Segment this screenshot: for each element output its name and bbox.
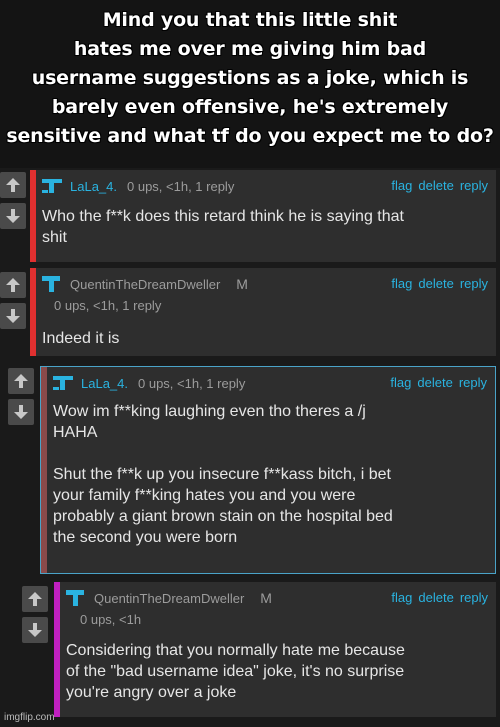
- comment-card: QuentinTheDreamDweller M 0 ups, <1h, 1 r…: [30, 268, 496, 356]
- comment-meta: 0 ups, <1h: [80, 612, 142, 627]
- comment-header: LaLa_4. 0 ups, <1h, 1 reply: [51, 373, 245, 393]
- delete-link[interactable]: delete: [418, 590, 453, 605]
- avatar-icon: [53, 376, 73, 390]
- thread-bar: [41, 367, 47, 573]
- username-link[interactable]: QuentinTheDreamDweller: [70, 277, 220, 292]
- thread-bar: [54, 582, 60, 717]
- mod-badge: M: [236, 276, 248, 292]
- comment-actions: flag delete reply: [391, 590, 488, 605]
- reply-link[interactable]: reply: [460, 178, 488, 193]
- arrow-down-icon: [28, 623, 42, 637]
- vote-buttons: [8, 368, 34, 425]
- caption-line: barely even offensive, he's extremely: [51, 96, 449, 118]
- avatar-icon: [42, 179, 62, 193]
- arrow-up-icon: [14, 374, 28, 388]
- delete-link[interactable]: delete: [418, 276, 453, 291]
- watermark: imgflip.com: [4, 712, 55, 723]
- meme-caption: Mind you that this little shit hates me …: [0, 0, 500, 168]
- username-link[interactable]: LaLa_4.: [70, 179, 117, 194]
- comment-card: QuentinTheDreamDweller M 0 ups, <1h flag…: [54, 582, 496, 717]
- caption-line: sensitive and what tf do you expect me t…: [6, 125, 494, 147]
- flag-link[interactable]: flag: [391, 276, 412, 291]
- caption-line: hates me over me giving him bad: [73, 38, 427, 60]
- username-link[interactable]: QuentinTheDreamDweller: [94, 591, 244, 606]
- upvote-button[interactable]: [22, 586, 48, 612]
- comment-body: Who the f**k does this retard think he i…: [42, 208, 404, 246]
- comment-actions: flag delete reply: [391, 178, 488, 193]
- arrow-up-icon: [28, 592, 42, 606]
- upvote-button[interactable]: [8, 368, 34, 394]
- downvote-button[interactable]: [0, 203, 26, 229]
- avatar-icon: [66, 590, 84, 606]
- downvote-button[interactable]: [0, 303, 26, 329]
- thread-bar: [30, 170, 36, 262]
- vote-buttons: [0, 272, 26, 329]
- comment-meta: 0 ups, <1h, 1 reply: [54, 298, 162, 313]
- arrow-down-icon: [6, 309, 20, 323]
- downvote-button[interactable]: [8, 399, 34, 425]
- arrow-up-icon: [6, 278, 20, 292]
- comment-meta: 0 ups, <1h, 1 reply: [127, 178, 235, 194]
- flag-link[interactable]: flag: [390, 375, 411, 390]
- downvote-button[interactable]: [22, 617, 48, 643]
- caption-line: username suggestions as a joke, which is: [31, 67, 469, 89]
- arrow-down-icon: [14, 405, 28, 419]
- delete-link[interactable]: delete: [417, 375, 452, 390]
- comment-body: Wow im f**king laughing even tho theres …: [53, 403, 393, 546]
- reply-link[interactable]: reply: [459, 375, 487, 390]
- thread-bar: [30, 268, 36, 356]
- comment-card: LaLa_4. 0 ups, <1h, 1 reply flag delete …: [40, 366, 496, 574]
- comment-header: QuentinTheDreamDweller M: [64, 588, 272, 608]
- comment-body: Indeed it is: [42, 330, 120, 347]
- username-link[interactable]: LaLa_4.: [81, 376, 128, 391]
- caption-line: Mind you that this little shit: [102, 9, 398, 31]
- reply-link[interactable]: reply: [460, 276, 488, 291]
- flag-link[interactable]: flag: [391, 590, 412, 605]
- reply-link[interactable]: reply: [460, 590, 488, 605]
- upvote-button[interactable]: [0, 272, 26, 298]
- comment-header: LaLa_4. 0 ups, <1h, 1 reply: [40, 176, 234, 196]
- arrow-down-icon: [6, 209, 20, 223]
- arrow-up-icon: [6, 178, 20, 192]
- comment-body: Considering that you normally hate me be…: [66, 642, 405, 701]
- comment-meta: 0 ups, <1h, 1 reply: [138, 375, 246, 391]
- vote-buttons: [22, 586, 48, 643]
- comment-header: QuentinTheDreamDweller M: [40, 274, 248, 294]
- comment-actions: flag delete reply: [391, 276, 488, 291]
- upvote-button[interactable]: [0, 172, 26, 198]
- delete-link[interactable]: delete: [418, 178, 453, 193]
- vote-buttons: [0, 172, 26, 229]
- comment-card: LaLa_4. 0 ups, <1h, 1 reply flag delete …: [30, 170, 496, 262]
- mod-badge: M: [260, 590, 272, 606]
- flag-link[interactable]: flag: [391, 178, 412, 193]
- avatar-icon: [42, 276, 60, 292]
- comment-actions: flag delete reply: [390, 375, 487, 390]
